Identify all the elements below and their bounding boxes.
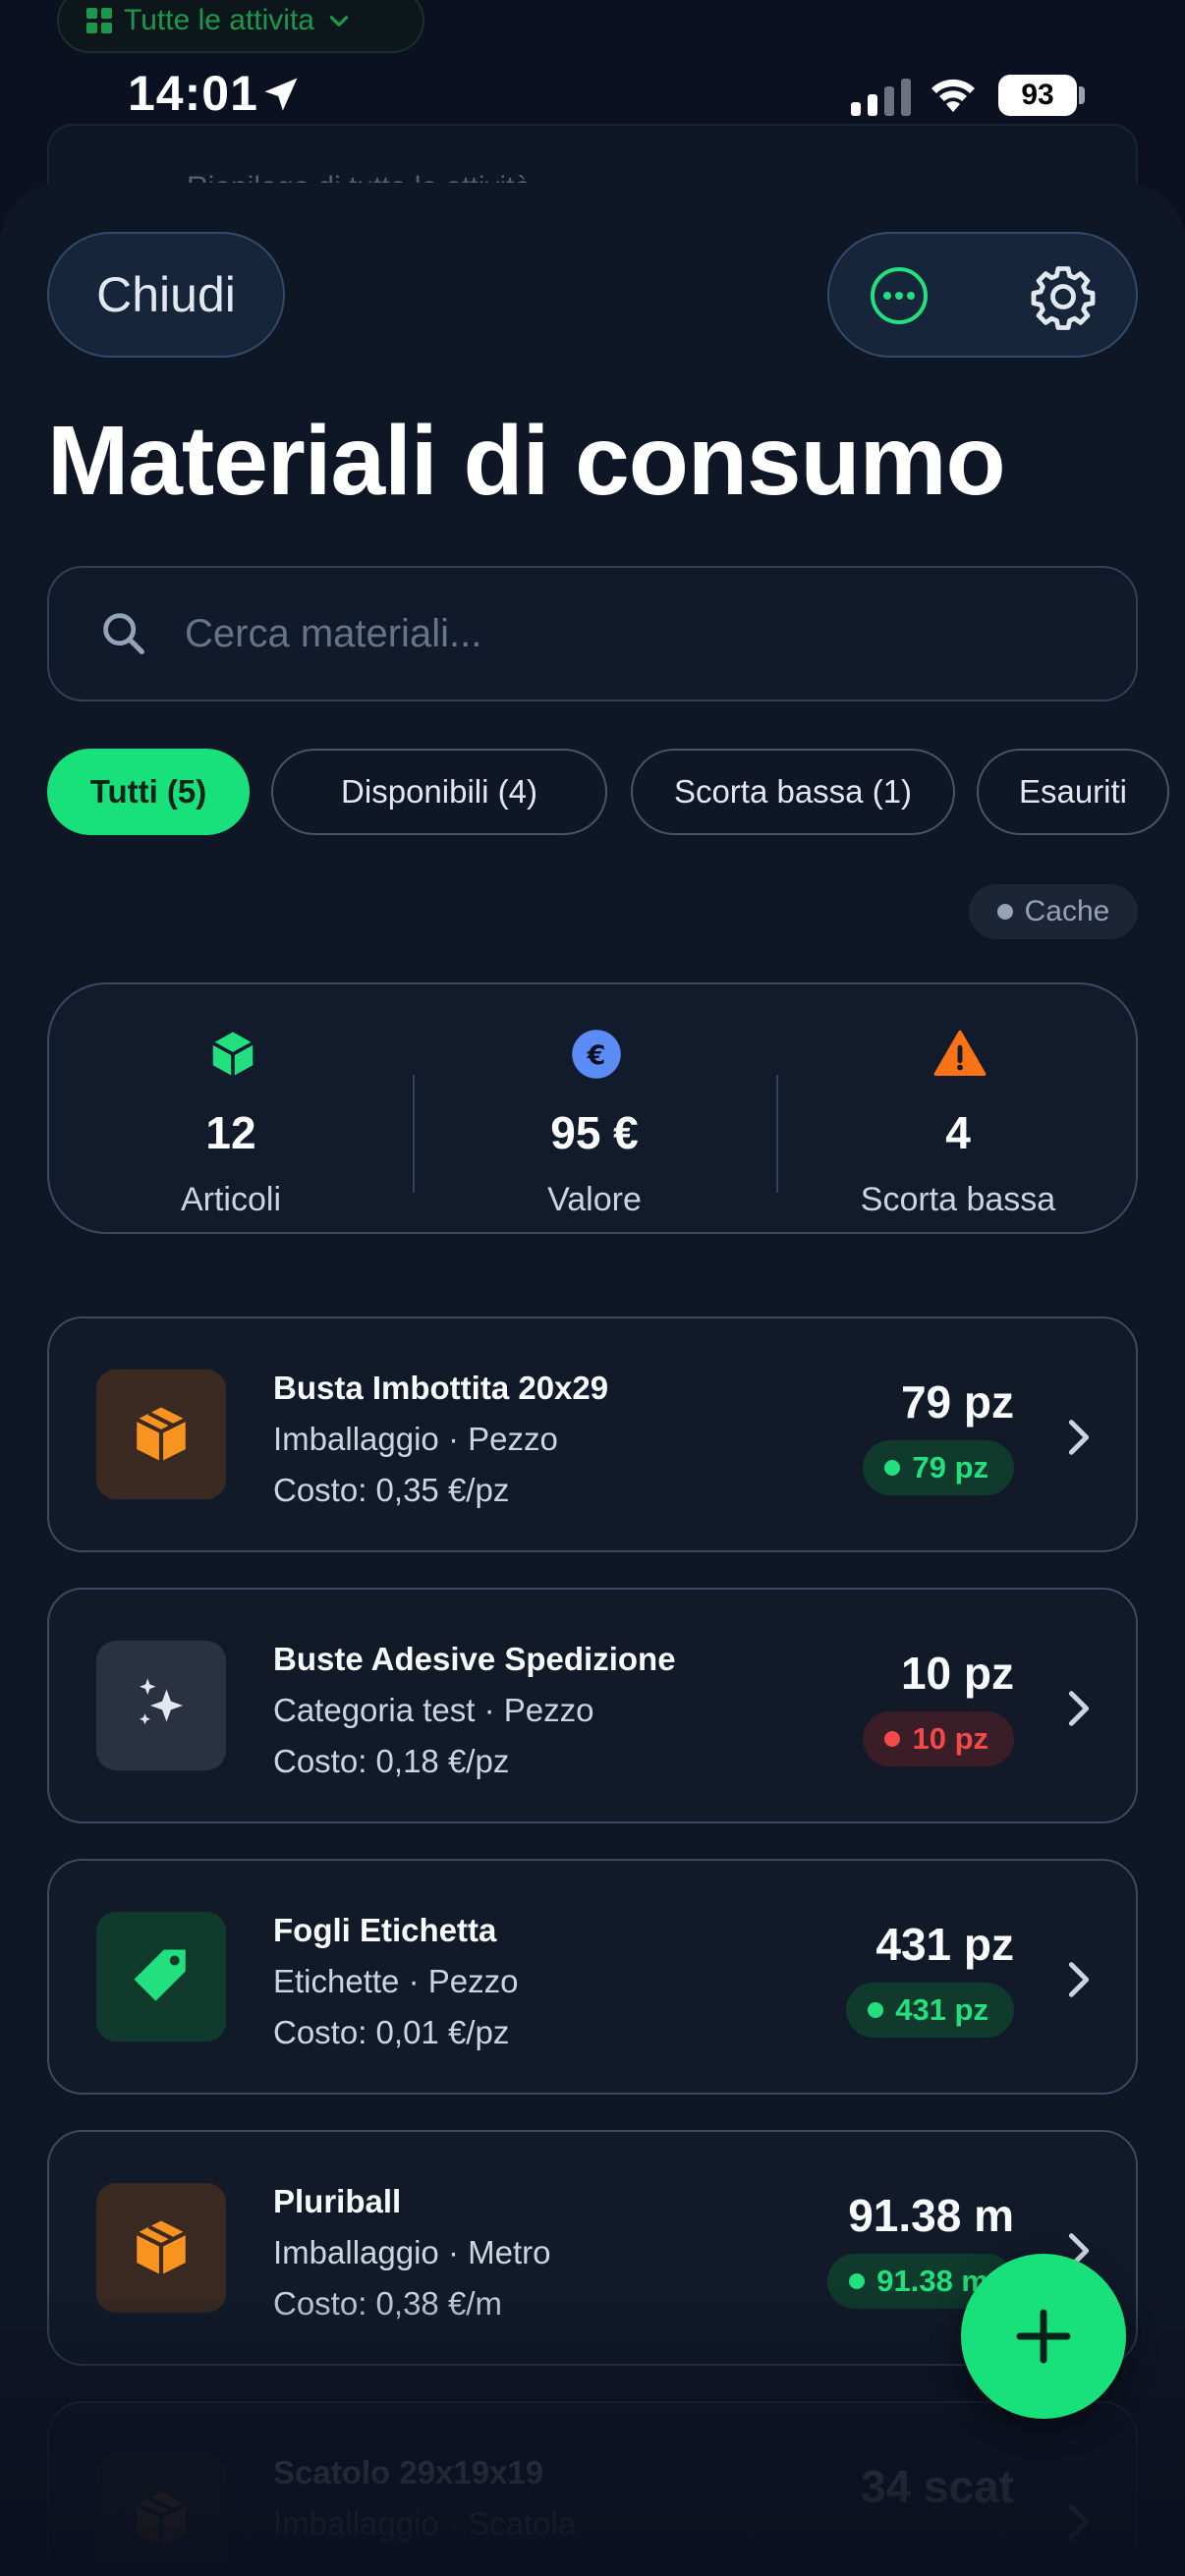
cache-dot (996, 904, 1013, 920)
status-dot (868, 2002, 884, 2018)
sparkles-icon (96, 1641, 226, 1770)
material-row[interactable]: Buste Adesive Spedizione Categoria test … (47, 1588, 1138, 1823)
gear-icon[interactable] (1028, 261, 1099, 332)
cellular-signal-icon (851, 77, 911, 116)
material-category: Imballaggio · Metro (273, 2234, 551, 2270)
stat-value-label: Valore (547, 1181, 642, 1218)
warning-icon (933, 1030, 987, 1076)
header-actions (827, 232, 1138, 358)
wifi-icon (931, 79, 975, 112)
status-bar: 14:01 93 (0, 0, 1185, 121)
chevron-right-icon (1068, 1962, 1090, 1997)
stock-status-badge: 10 pz (863, 1711, 1014, 1766)
cache-label: Cache (1024, 895, 1110, 927)
package-icon (96, 2183, 226, 2313)
material-category: Etichette · Pezzo (273, 1963, 519, 1999)
status-dot (849, 2273, 866, 2289)
chevron-right-icon (1068, 1420, 1090, 1455)
material-cost: Costo: 0,38 €/m (273, 2285, 502, 2322)
screen: Tutte le attivita Riepilogo di tutte le … (0, 0, 1185, 2576)
location-arrow-icon (264, 78, 298, 111)
page-title: Materiali di consumo (47, 406, 1006, 516)
cache-status-badge: Cache (969, 884, 1138, 939)
close-button[interactable]: Chiudi (47, 232, 285, 358)
more-options-icon[interactable] (869, 265, 930, 326)
add-material-button[interactable] (961, 2254, 1126, 2419)
battery-cap (1079, 86, 1085, 104)
material-quantity: 10 pz (900, 1648, 1014, 1699)
search-input[interactable] (185, 568, 1136, 700)
consumables-sheet: Chiudi Materiali di consumo Tutti (5) (0, 183, 1185, 2576)
stat-articles-value: 12 (205, 1107, 256, 1158)
package-icon (96, 1370, 226, 1499)
material-name: Busta Imbottita 20x29 (273, 1370, 609, 1406)
stats-summary-card: 12 Articoli € 95 € Valore 4 Scorta bassa (47, 982, 1138, 1234)
stat-low-stock-label: Scorta bassa (860, 1181, 1056, 1218)
material-category: Imballaggio · Scatola (273, 2505, 577, 2542)
stock-badge-label: 10 pz (912, 1721, 988, 1756)
stock-status-badge: 431 pz (846, 1983, 1014, 2038)
material-quantity: 91.38 m (848, 2190, 1014, 2241)
euro-icon: € (572, 1030, 621, 1079)
filter-low-stock[interactable]: Scorta bassa (1) (631, 749, 955, 835)
stat-low-stock: 4 Scorta bassa (776, 984, 1140, 1236)
material-name: Buste Adesive Spedizione (273, 1641, 676, 1677)
status-time: 14:01 (128, 66, 258, 121)
search-icon (103, 613, 145, 655)
chevron-right-icon (1068, 2504, 1090, 2540)
stat-low-stock-value: 4 (945, 1107, 971, 1158)
stock-status-badge: 79 pz (863, 1440, 1014, 1495)
stock-badge-label: 79 pz (912, 1450, 988, 1484)
status-dot (884, 1731, 901, 1747)
box-icon (211, 1032, 254, 1077)
filter-all[interactable]: Tutti (5) (47, 749, 250, 835)
material-cost: Costo: 0,35 €/pz (273, 1472, 510, 1508)
material-cost: Costo: 0,01 €/pz (273, 2014, 510, 2050)
material-row[interactable]: Fogli Etichetta Etichette · Pezzo Costo:… (47, 1859, 1138, 2095)
material-category: Categoria test · Pezzo (273, 1692, 594, 1728)
stat-articles-label: Articoli (180, 1181, 282, 1218)
material-name: Pluriball (273, 2183, 402, 2219)
svg-text:€: € (587, 1040, 606, 1071)
search-bar[interactable] (47, 566, 1138, 701)
plus-icon (1016, 2309, 1071, 2364)
package-icon (96, 2454, 226, 2576)
chevron-right-icon (1068, 1691, 1090, 1726)
stat-articles: 12 Articoli (49, 984, 413, 1236)
filter-out-of-stock[interactable]: Esauriti (977, 749, 1169, 835)
filter-chips: Tutti (5) Disponibili (4) Scorta bassa (… (47, 749, 1185, 837)
material-name: Fogli Etichetta (273, 1912, 497, 1948)
status-dot (884, 1460, 901, 1476)
material-quantity: 431 pz (875, 1919, 1014, 1970)
stat-value-amount: 95 € (550, 1107, 639, 1158)
material-category: Imballaggio · Pezzo (273, 1421, 558, 1457)
material-quantity: 34 scat (860, 2461, 1014, 2512)
material-name: Scatolo 29x19x19 (273, 2454, 544, 2491)
material-row[interactable]: Busta Imbottita 20x29 Imballaggio · Pezz… (47, 1316, 1138, 1552)
material-cost: Costo: 0,18 €/pz (273, 1743, 510, 1779)
filter-available[interactable]: Disponibili (4) (271, 749, 607, 835)
battery-indicator: 93 (998, 75, 1077, 116)
stock-badge-label: 431 pz (895, 1992, 988, 2027)
tag-icon (96, 1912, 226, 2042)
stat-value: € 95 € Valore (413, 984, 776, 1236)
material-quantity: 79 pz (900, 1376, 1014, 1428)
material-row[interactable]: Scatolo 29x19x19 Imballaggio · Scatola 3… (47, 2401, 1138, 2576)
